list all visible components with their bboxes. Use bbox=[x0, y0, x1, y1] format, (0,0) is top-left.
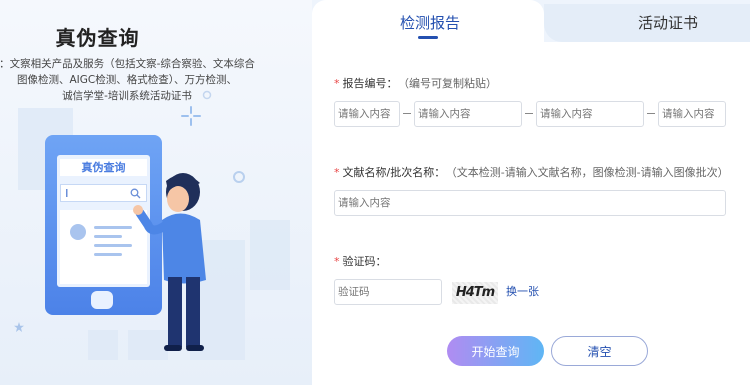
captcha-input[interactable] bbox=[334, 279, 442, 305]
separator-dash bbox=[647, 113, 655, 114]
page-title: 真伪查询 bbox=[55, 26, 140, 50]
description-line: ：文察相关产品及服务（包括文察-综合察验、文本综合 bbox=[0, 58, 255, 70]
star-icon bbox=[14, 322, 24, 332]
left-illustration-panel: 真伪查询 ：文察相关产品及服务（包括文察-综合察验、文本综合 图像检测、AIGC… bbox=[0, 0, 312, 385]
circle-decoration-icon bbox=[233, 171, 245, 183]
report-number-label-row: * 报告编号： （编号可复制粘贴） bbox=[334, 75, 497, 91]
clear-button[interactable]: 清空 bbox=[551, 336, 648, 366]
refresh-captcha-link[interactable]: 换一张 bbox=[506, 283, 539, 299]
report-number-label: 报告编号： bbox=[342, 77, 398, 90]
separator-dash bbox=[403, 113, 411, 114]
circle-decoration-icon bbox=[202, 90, 212, 100]
required-star: * bbox=[334, 77, 340, 90]
report-number-input-4[interactable] bbox=[658, 101, 726, 127]
tab-report[interactable]: 检测报告 bbox=[400, 12, 460, 33]
required-star: * bbox=[334, 255, 340, 268]
phone-home-button bbox=[91, 291, 113, 309]
tab-certificate[interactable]: 活动证书 bbox=[638, 12, 698, 33]
cursor-icon bbox=[66, 189, 68, 197]
report-number-input-2[interactable] bbox=[414, 101, 522, 127]
sparkle-icon bbox=[181, 106, 201, 126]
captcha-image[interactable]: H4Tm bbox=[452, 282, 498, 304]
required-star: * bbox=[334, 166, 340, 179]
person-illustration bbox=[133, 173, 206, 351]
captcha-label-row: * 验证码： bbox=[334, 253, 387, 269]
captcha-label: 验证码： bbox=[342, 255, 387, 268]
description-line: 诚信学堂-培训系统活动证书 bbox=[62, 90, 192, 102]
doc-name-hint: （文本检测-请输入文献名称，图像检测-请输入图像批次） bbox=[451, 166, 729, 179]
background-block bbox=[88, 330, 118, 360]
report-number-hint: （编号可复制粘贴） bbox=[403, 77, 498, 90]
doc-name-input[interactable] bbox=[334, 190, 726, 216]
service-description: ：文察相关产品及服务（包括文察-综合察验、文本综合 图像检测、AIGC检测、格式… bbox=[0, 56, 258, 104]
query-form: *报告编号：（编号可复制粘贴） *文献名称/批次名称：（文本检测-请输入文献名称… bbox=[312, 42, 750, 385]
report-number-input-3[interactable] bbox=[536, 101, 644, 127]
description-line: 图像检测、AIGC检测、格式检查）、万方检测、 bbox=[17, 74, 237, 86]
tab-bar: 检测报告 活动证书 bbox=[312, 0, 750, 42]
report-number-input-1[interactable] bbox=[334, 101, 400, 127]
doc-name-label-row: * 文献名称/批次名称： （文本检测-请输入文献名称，图像检测-请输入图像批次） bbox=[334, 164, 729, 180]
background-block bbox=[250, 220, 290, 290]
doc-name-label: 文献名称/批次名称： bbox=[342, 166, 446, 179]
separator-dash bbox=[525, 113, 533, 114]
start-query-button[interactable]: 开始查询 bbox=[447, 336, 544, 366]
active-tab-indicator bbox=[418, 36, 438, 39]
